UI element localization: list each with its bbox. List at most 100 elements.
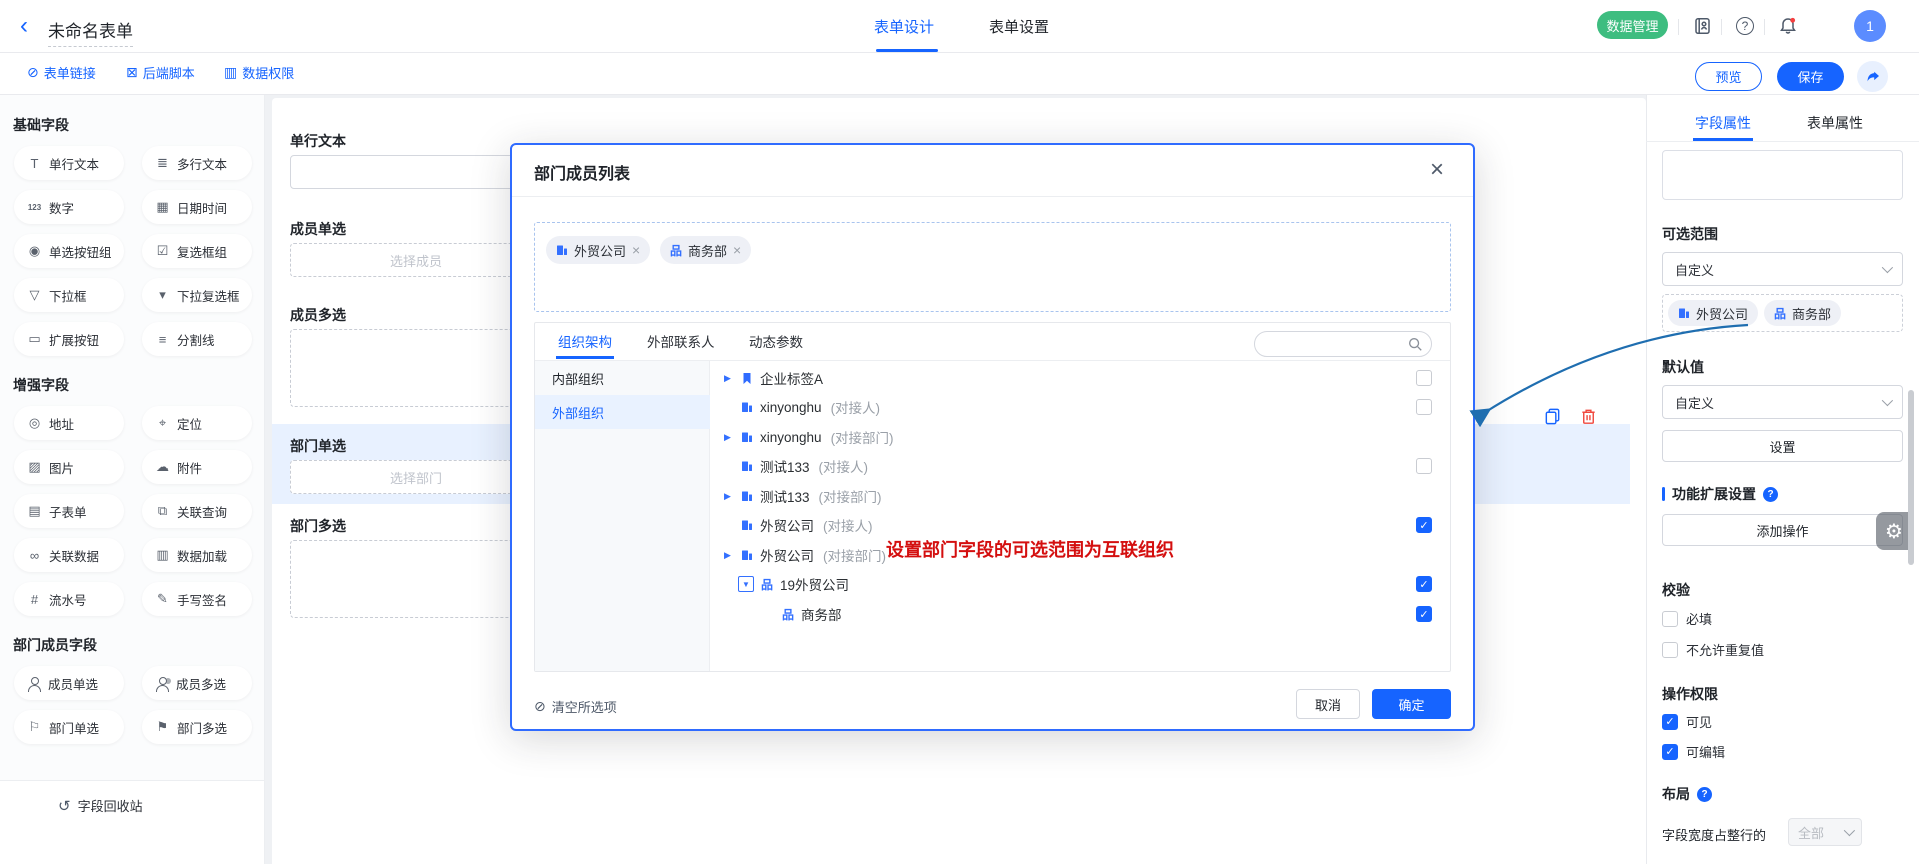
- palette-item-image[interactable]: ▨图片: [14, 450, 124, 484]
- default-value-select[interactable]: 自定义: [1662, 385, 1903, 419]
- field-recycle-bin[interactable]: ↺ 字段回收站: [58, 796, 143, 815]
- palette-item-checkbox-group[interactable]: ☑复选框组: [142, 234, 252, 268]
- required-checkbox[interactable]: 必填: [1662, 609, 1712, 628]
- panel-tab-field-props[interactable]: 字段属性: [1695, 113, 1751, 133]
- tree-checkbox[interactable]: [1416, 370, 1432, 386]
- preview-button[interactable]: 预览: [1695, 62, 1762, 91]
- data-permission-button[interactable]: ▥数据权限: [224, 63, 294, 82]
- palette-item-location[interactable]: ⌖定位: [142, 406, 252, 440]
- contacts-icon[interactable]: [1690, 14, 1714, 38]
- visible-checkbox[interactable]: 可见: [1662, 712, 1712, 731]
- field-input-dept-multi[interactable]: [290, 540, 542, 618]
- help-badge-icon[interactable]: ?: [1763, 487, 1778, 502]
- tab-form-settings[interactable]: 表单设置: [989, 16, 1049, 37]
- save-button[interactable]: 保存: [1777, 62, 1844, 91]
- expand-icon[interactable]: ▶: [724, 373, 734, 384]
- editable-checkbox[interactable]: 可编辑: [1662, 742, 1725, 761]
- copy-field-button[interactable]: [1540, 404, 1564, 428]
- tab-form-design[interactable]: 表单设计: [874, 16, 934, 37]
- palette-item-lookup-query[interactable]: ⧉关联查询: [142, 494, 252, 528]
- delete-field-button[interactable]: [1576, 404, 1600, 428]
- palette-item-multi-line-text[interactable]: ≣多行文本: [142, 146, 252, 180]
- tree-checkbox[interactable]: [1416, 576, 1432, 592]
- tree-item-waimao-contact[interactable]: ▶ 外贸公司(对接人): [724, 511, 873, 539]
- palette-item-address[interactable]: ◎地址: [14, 406, 124, 440]
- palette-item-select[interactable]: ▽下拉框: [14, 278, 124, 312]
- palette-item-datetime[interactable]: ▦日期时间: [142, 190, 252, 224]
- modal-tab-dynamic-params[interactable]: 动态参数: [749, 331, 803, 351]
- tree-item-waimao-dept[interactable]: ▶ 外贸公司(对接部门): [724, 541, 886, 569]
- palette-item-radio-group[interactable]: ◉单选按钮组: [14, 234, 124, 268]
- add-action-button[interactable]: 添加操作: [1662, 514, 1903, 546]
- back-icon[interactable]: ‹: [20, 13, 28, 39]
- optional-range-select[interactable]: 自定义: [1662, 252, 1903, 286]
- share-button[interactable]: [1857, 61, 1888, 92]
- expand-icon[interactable]: ▶: [724, 550, 734, 561]
- checkbox-checked-icon[interactable]: [1662, 744, 1678, 760]
- palette-item-linked-data[interactable]: ∞关联数据: [14, 538, 124, 572]
- tree-item-test133-contact[interactable]: ▶ 测试133(对接人): [724, 452, 868, 480]
- palette-item-signature[interactable]: ✎手写签名: [142, 582, 252, 616]
- notification-bell-icon[interactable]: [1776, 14, 1800, 38]
- panel-tag-shangwubu[interactable]: 品 商务部: [1764, 300, 1841, 326]
- panel-selected-tags-area[interactable]: 外贸公司 品 商务部: [1662, 294, 1903, 332]
- selected-tag-waimao[interactable]: 外贸公司 ×: [546, 236, 650, 264]
- close-icon[interactable]: ×: [1430, 158, 1444, 182]
- tree-item-test133-dept[interactable]: ▶ 测试133(对接部门): [724, 482, 882, 510]
- remove-tag-icon[interactable]: ×: [733, 242, 741, 258]
- help-icon[interactable]: ?: [1733, 14, 1757, 38]
- tree-item-enterprise-tag-a[interactable]: ▶ 企业标签A: [724, 364, 832, 392]
- data-manage-button[interactable]: 数据管理: [1597, 11, 1668, 39]
- field-input-member-multi[interactable]: [290, 329, 542, 407]
- checkbox-icon[interactable]: [1662, 611, 1678, 627]
- tree-checkbox[interactable]: [1416, 606, 1432, 622]
- palette-item-serial-number[interactable]: #流水号: [14, 582, 124, 616]
- modal-tab-external-contacts[interactable]: 外部联系人: [647, 331, 715, 351]
- palette-item-single-line-text[interactable]: T单行文本: [14, 146, 124, 180]
- widget-gear-icon[interactable]: ⚙: [1876, 512, 1912, 550]
- palette-item-multi-select[interactable]: ▾下拉复选框: [142, 278, 252, 312]
- no-duplicate-checkbox[interactable]: 不允许重复值: [1662, 640, 1764, 659]
- panel-tab-form-props[interactable]: 表单属性: [1807, 113, 1863, 133]
- tree-item-xinyonghu-contact[interactable]: ▶ xinyonghu(对接人): [724, 393, 880, 421]
- tree-item-xinyonghu-dept[interactable]: ▶ xinyonghu(对接部门): [724, 423, 894, 451]
- expand-icon[interactable]: ▶: [724, 432, 734, 443]
- palette-item-member-single[interactable]: 成员单选: [14, 666, 124, 700]
- tree-checkbox[interactable]: [1416, 399, 1432, 415]
- tree-checkbox[interactable]: [1416, 517, 1432, 533]
- panel-tag-waimao[interactable]: 外贸公司: [1668, 300, 1758, 326]
- palette-item-number[interactable]: 123数字: [14, 190, 124, 224]
- palette-item-dept-single[interactable]: ⚐部门单选: [14, 710, 124, 744]
- scrolled-field-box[interactable]: [1662, 150, 1903, 200]
- avatar[interactable]: 1: [1854, 10, 1886, 42]
- help-badge-icon[interactable]: ?: [1697, 787, 1712, 802]
- palette-item-attachment[interactable]: ☁附件: [142, 450, 252, 484]
- backend-script-button[interactable]: ⊠后端脚本: [126, 63, 195, 82]
- field-input-single-line[interactable]: [290, 155, 542, 189]
- tree-item-shangwubu[interactable]: 品 商务部: [782, 600, 851, 628]
- tree-checkbox[interactable]: [1416, 458, 1432, 474]
- palette-item-expand-button[interactable]: ▭扩展按钮: [14, 322, 124, 356]
- search-input[interactable]: [1254, 331, 1432, 357]
- panel-scrollbar[interactable]: [1908, 390, 1914, 565]
- clear-selection-button[interactable]: ⊘ 清空所选项: [534, 697, 617, 716]
- expand-icon[interactable]: ▶: [724, 491, 734, 502]
- collapse-icon[interactable]: ▼: [738, 576, 754, 592]
- palette-item-subform[interactable]: ▤子表单: [14, 494, 124, 528]
- palette-item-data-load[interactable]: ▥数据加载: [142, 538, 252, 572]
- cancel-button[interactable]: 取消: [1296, 689, 1360, 719]
- field-input-dept-single[interactable]: 选择部门: [290, 460, 542, 494]
- side-item-external-org[interactable]: 外部组织: [535, 395, 710, 429]
- remove-tag-icon[interactable]: ×: [632, 242, 640, 258]
- tree-item-19waimao[interactable]: ▼ 品 19外贸公司: [738, 570, 858, 598]
- checkbox-icon[interactable]: [1662, 642, 1678, 658]
- selected-tag-shangwubu[interactable]: 品 商务部 ×: [660, 236, 751, 264]
- form-link-button[interactable]: ⊘表单链接: [27, 63, 96, 82]
- field-input-member-single[interactable]: 选择成员: [290, 243, 542, 277]
- palette-item-divider[interactable]: ≡分割线: [142, 322, 252, 356]
- field-width-select[interactable]: 全部: [1788, 818, 1862, 846]
- confirm-button[interactable]: 确定: [1372, 689, 1451, 719]
- checkbox-checked-icon[interactable]: [1662, 714, 1678, 730]
- form-title[interactable]: 未命名表单: [48, 17, 133, 47]
- modal-tab-org-structure[interactable]: 组织架构: [558, 331, 612, 351]
